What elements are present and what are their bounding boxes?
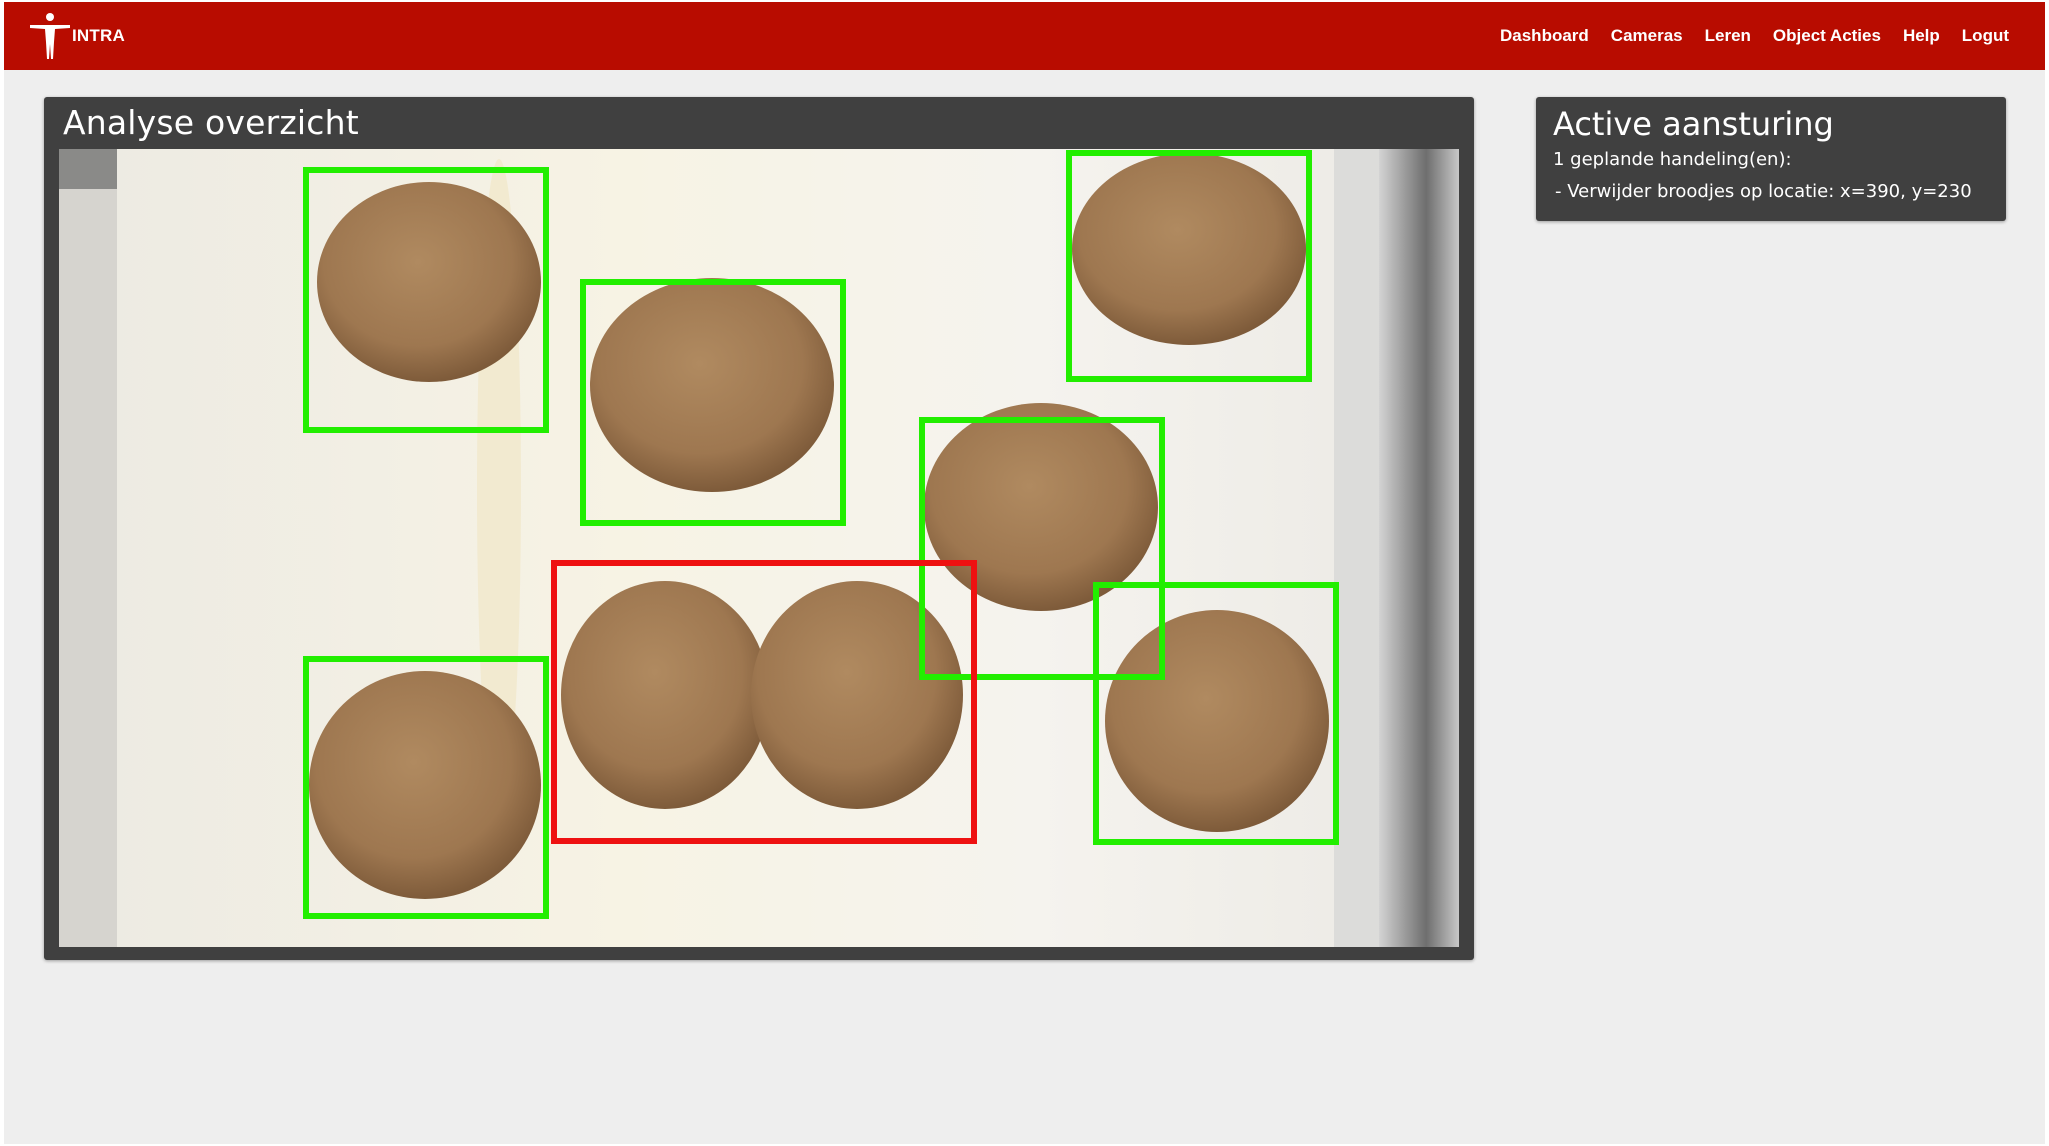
analyse-panel: Analyse overzicht bbox=[44, 97, 1474, 960]
nav-link-help[interactable]: Help bbox=[1903, 26, 1940, 46]
bun-5 bbox=[1105, 610, 1329, 832]
nav-links: Dashboard Cameras Leren Object Acties He… bbox=[1500, 2, 2009, 70]
nav-link-logout[interactable]: Logut bbox=[1962, 26, 2009, 46]
page: INTRA Dashboard Cameras Leren Object Act… bbox=[4, 2, 2045, 1144]
planned-actions-count: 1 geplande handeling(en): bbox=[1553, 149, 1792, 170]
nav-link-cameras[interactable]: Cameras bbox=[1611, 26, 1683, 46]
bun-1 bbox=[317, 182, 541, 382]
nav-link-object-acties[interactable]: Object Acties bbox=[1773, 26, 1881, 46]
camera-feed-svg bbox=[59, 149, 1459, 947]
nav-link-leren[interactable]: Leren bbox=[1705, 26, 1751, 46]
planned-action-item: - Verwijder broodjes op locatie: x=390, … bbox=[1555, 181, 1972, 202]
brand-name: INTRA bbox=[72, 26, 125, 45]
bun-4 bbox=[924, 403, 1158, 611]
nav-link-dashboard[interactable]: Dashboard bbox=[1500, 26, 1589, 46]
brand-link[interactable]: INTRA bbox=[28, 12, 125, 60]
bun-3 bbox=[1072, 153, 1306, 345]
bun-6 bbox=[309, 671, 541, 899]
bun-2 bbox=[590, 278, 834, 492]
camera-feed-image bbox=[59, 149, 1459, 947]
navbar: INTRA Dashboard Cameras Leren Object Act… bbox=[4, 2, 2045, 70]
active-control-title: Active aansturing bbox=[1553, 105, 1834, 143]
active-control-panel: Active aansturing 1 geplande handeling(e… bbox=[1536, 97, 2006, 221]
bun-8 bbox=[751, 581, 963, 809]
bun-7 bbox=[561, 581, 769, 809]
analyse-panel-title: Analyse overzicht bbox=[63, 103, 359, 142]
person-logo-icon bbox=[30, 13, 70, 59]
